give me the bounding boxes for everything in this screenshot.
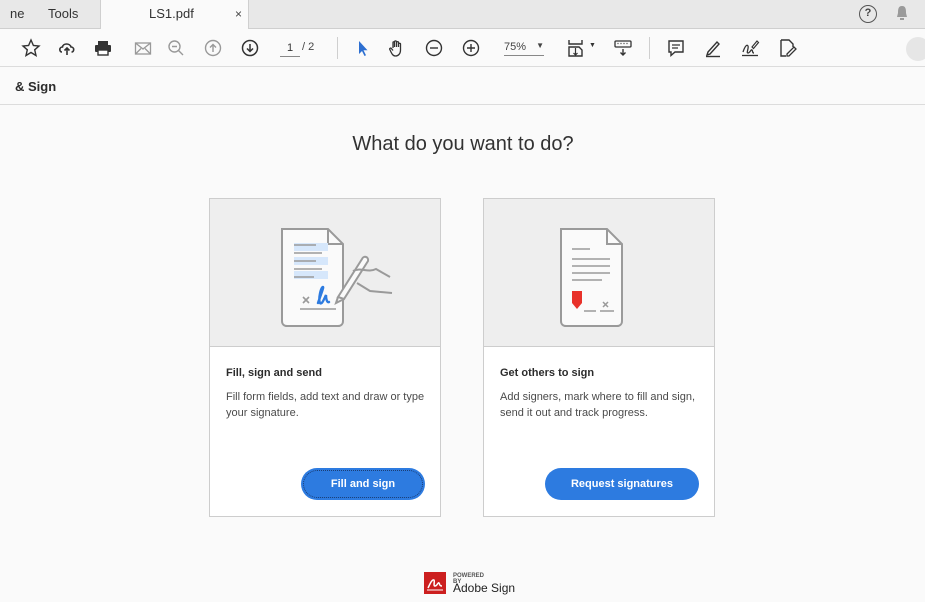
zoom-value: 75% [504,41,527,53]
tool-header: & Sign [0,67,925,105]
edit-pdf-icon[interactable] [776,37,798,59]
zoom-out-icon[interactable] [423,37,445,59]
sign-icon[interactable] [739,37,761,59]
tab-tools[interactable]: Tools [48,0,78,29]
product-name: Adobe Sign [453,581,516,595]
zoom-in-icon[interactable] [460,37,482,59]
fill-sign-illustration [210,199,440,347]
chevron-down-icon: ▼ [536,41,544,50]
request-signatures-card: Get others to sign Add signers, mark whe… [483,198,715,517]
tab-document-title: LS1.pdf [149,6,194,21]
email-icon[interactable] [132,37,154,59]
toolbar: / 2 75% ▼ ▼ [0,29,925,67]
request-signatures-illustration [484,199,714,347]
tool-title: & Sign [15,79,57,94]
page-title: What do you want to do? [352,133,574,155]
tab-bar: ne Tools LS1.pdf × ? [0,0,925,30]
fit-page-icon[interactable] [565,37,587,59]
search-zoom-icon[interactable] [165,37,187,59]
bell-icon[interactable] [895,5,909,23]
tab-home[interactable]: ne [10,0,24,29]
page-number-input[interactable] [280,40,300,57]
keyboard-icon[interactable] [612,37,634,59]
chevron-down-icon[interactable]: ▼ [589,42,596,49]
zoom-select[interactable]: 75% ▼ [504,41,544,56]
close-icon[interactable]: × [235,0,242,28]
star-icon[interactable] [20,37,42,59]
avatar[interactable] [906,37,925,61]
request-signature-document-icon [560,228,623,327]
toolbar-divider [649,37,650,59]
page-up-icon[interactable] [202,37,224,59]
tab-document[interactable]: LS1.pdf × [100,0,249,30]
select-pointer-icon[interactable] [352,37,374,59]
help-icon[interactable]: ? [859,5,877,23]
upload-cloud-icon[interactable] [56,37,78,59]
page-total: / 2 [302,41,315,53]
comment-icon[interactable] [665,37,687,59]
card-title: Get others to sign [500,367,595,379]
fill-sign-card: Fill, sign and send Fill form fields, ad… [209,198,441,517]
card-description: Fill form fields, add text and draw or t… [226,391,425,419]
card-description: Add signers, mark where to fill and sign… [500,391,696,419]
fill-sign-document-icon [281,228,393,327]
page-down-icon[interactable] [239,37,261,59]
hand-pan-icon[interactable] [386,37,408,59]
request-signatures-button[interactable]: Request signatures [545,468,699,500]
highlight-pen-icon[interactable] [702,37,724,59]
toolbar-divider [337,37,338,59]
card-title: Fill, sign and send [226,367,322,379]
print-icon[interactable] [92,37,114,59]
adobe-sign-icon [424,572,446,594]
fill-and-sign-button[interactable]: Fill and sign [301,468,425,500]
